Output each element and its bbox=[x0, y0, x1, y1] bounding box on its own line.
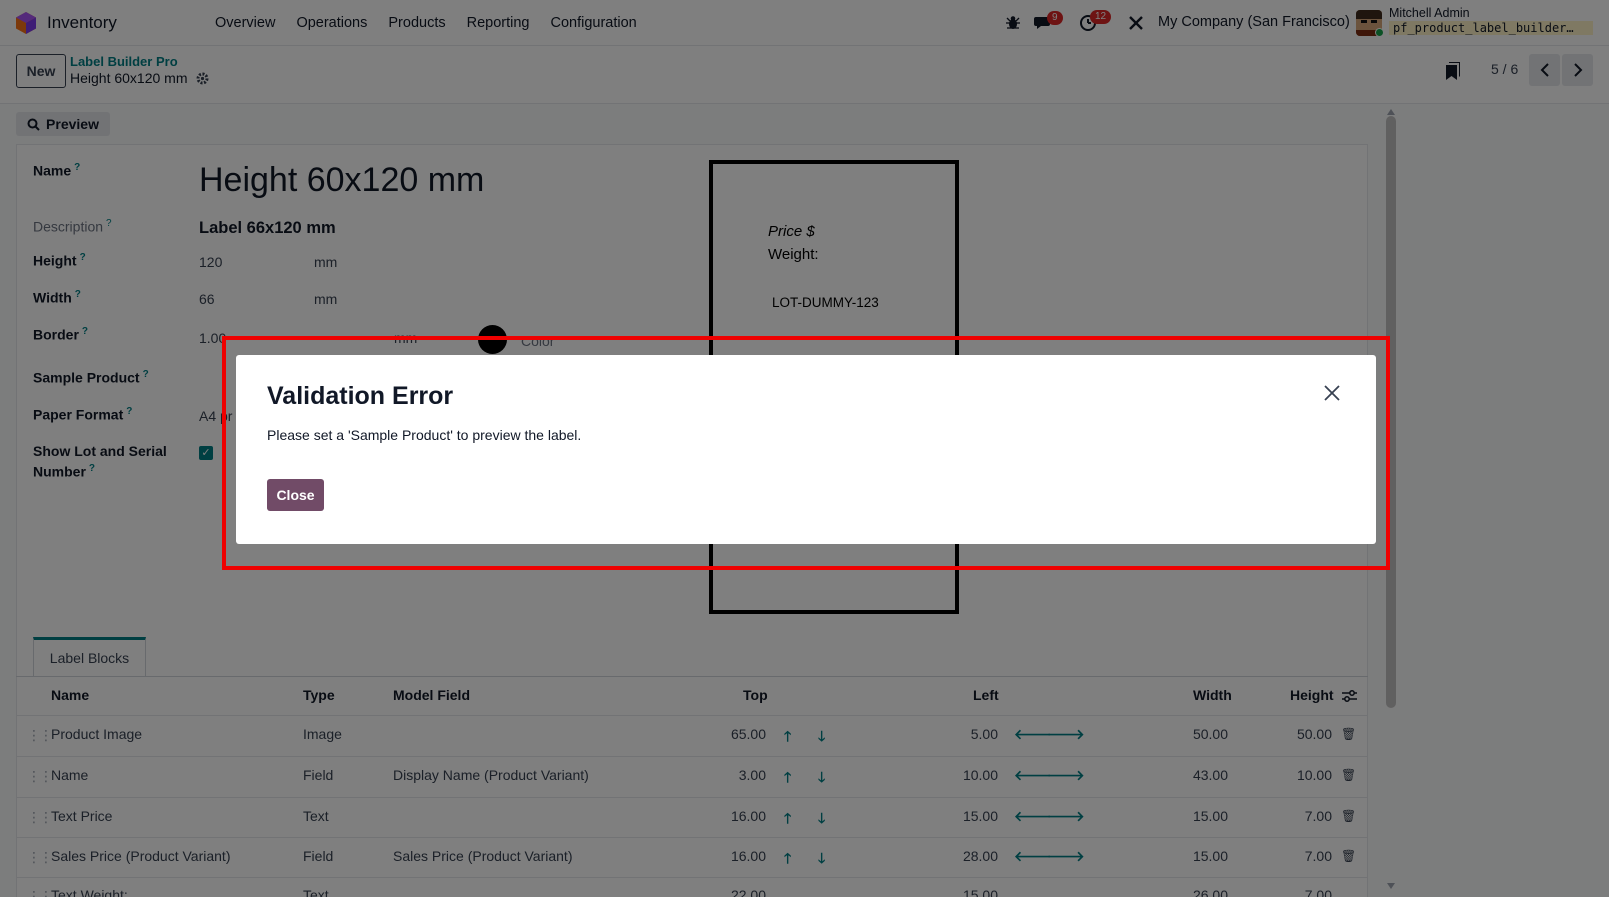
close-icon[interactable] bbox=[1320, 381, 1344, 405]
validation-error-dialog: Validation Error Please set a 'Sample Pr… bbox=[236, 355, 1376, 544]
dialog-title: Validation Error bbox=[267, 382, 454, 410]
dialog-message: Please set a 'Sample Product' to preview… bbox=[267, 427, 582, 443]
close-button[interactable]: Close bbox=[267, 479, 324, 511]
